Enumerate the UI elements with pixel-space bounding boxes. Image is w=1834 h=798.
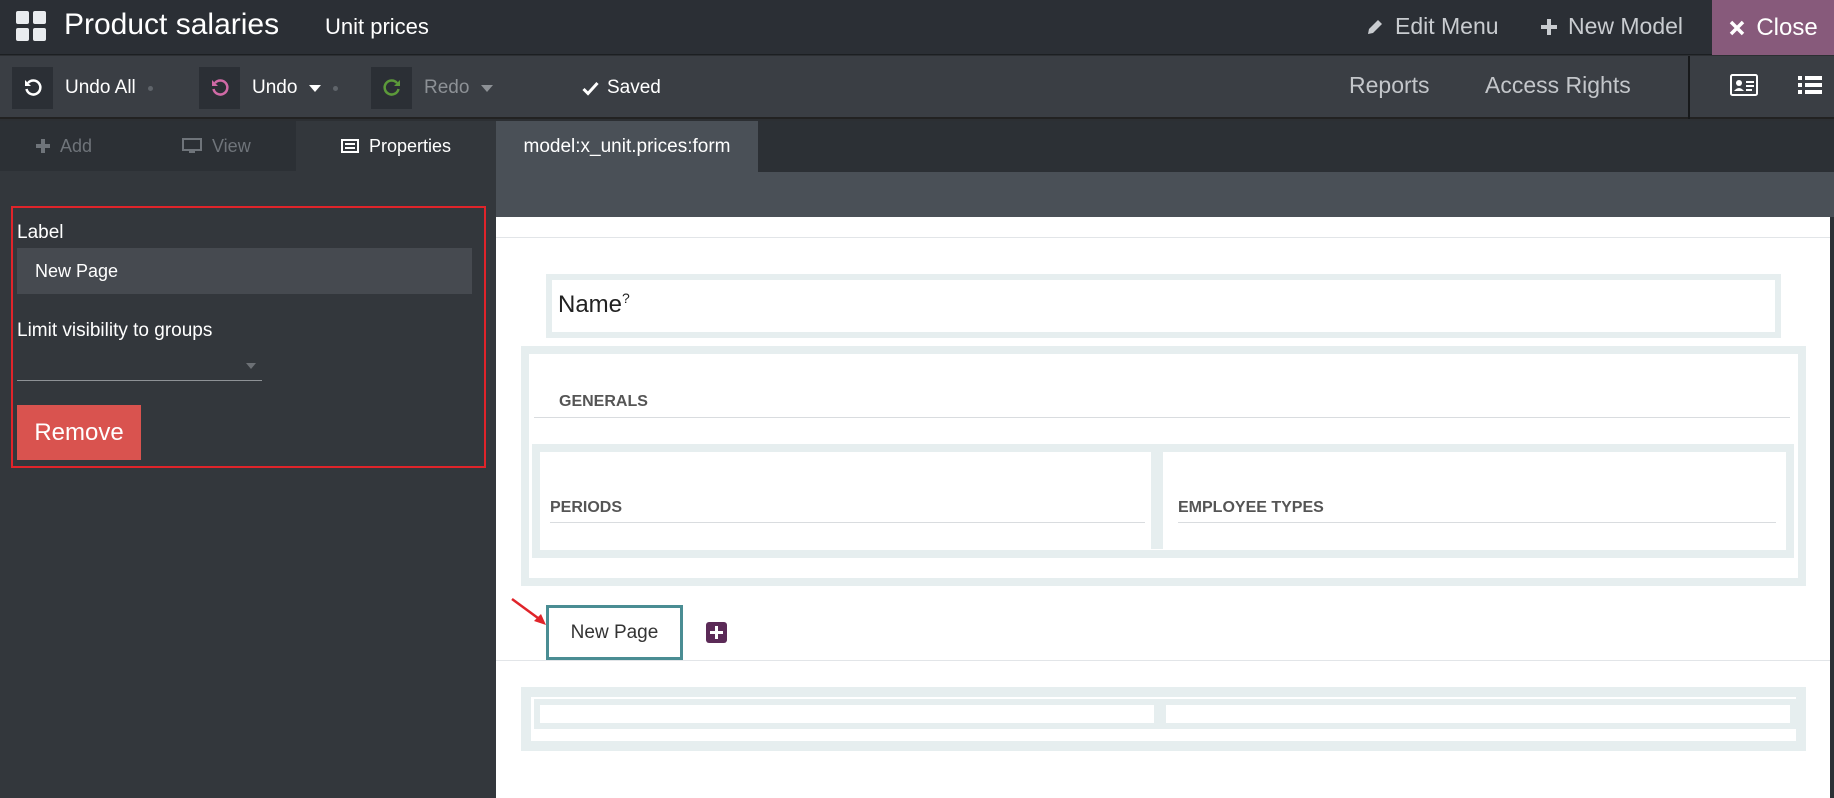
plus-icon xyxy=(1541,18,1557,35)
undo-label: Undo xyxy=(252,77,298,98)
checkmark-icon xyxy=(582,81,599,96)
view-arch-tab[interactable]: model:x_unit.prices:form xyxy=(496,121,758,172)
undo-all-label: Undo All xyxy=(65,77,136,98)
name-field-hook[interactable] xyxy=(546,274,1781,338)
tab-view-label: View xyxy=(212,135,251,156)
separator-dot xyxy=(333,85,339,91)
undo-all-icon xyxy=(12,67,53,109)
separator-dot xyxy=(147,85,153,91)
tab-add[interactable]: Add xyxy=(36,121,92,171)
generals-heading: GENERALS xyxy=(559,393,648,410)
reports-link[interactable]: Reports xyxy=(1349,72,1430,99)
view-editor: model:x_unit.prices:form Name? GENERALS … xyxy=(496,121,1834,798)
groups-select[interactable] xyxy=(17,354,262,381)
undo-icon xyxy=(199,67,240,109)
studio-toolbar: Undo All Undo Redo Saved Reports Access … xyxy=(0,56,1834,119)
access-rights-link[interactable]: Access Rights xyxy=(1485,72,1631,99)
new-model-label: New Model xyxy=(1568,13,1684,39)
close-label: Close xyxy=(1756,13,1818,41)
groups-field-label: Limit visibility to groups xyxy=(17,320,213,341)
edit-menu-label: Edit Menu xyxy=(1395,13,1499,39)
form-view-icon[interactable] xyxy=(1730,74,1758,96)
top-navbar: Product salaries Unit prices Edit Menu N… xyxy=(0,0,1834,55)
edit-menu-button[interactable]: Edit Menu xyxy=(1365,13,1499,40)
annotation-arrow-icon xyxy=(511,597,546,625)
model-title[interactable]: Unit prices xyxy=(325,14,429,40)
redo-label: Redo xyxy=(424,77,470,98)
inner-groups-row[interactable] xyxy=(532,444,1794,558)
editor-band xyxy=(496,172,1834,217)
saved-label: Saved xyxy=(607,77,661,98)
list-view-icon[interactable] xyxy=(1797,74,1823,96)
employee-types-heading: EMPLOYEE TYPES xyxy=(1178,499,1324,516)
app-title: Product salaries xyxy=(64,8,280,41)
tab-new-page[interactable]: New Page xyxy=(546,605,683,660)
name-field-label[interactable]: Name? xyxy=(558,290,630,319)
properties-icon xyxy=(340,139,359,153)
divider xyxy=(1178,522,1776,523)
name-label-text: Name xyxy=(558,291,623,318)
add-page-icon[interactable] xyxy=(706,622,727,643)
close-x-icon xyxy=(1730,20,1745,35)
tab-view[interactable]: View xyxy=(182,121,251,171)
tab-properties[interactable]: Properties xyxy=(296,121,496,171)
apps-grid-icon[interactable] xyxy=(16,11,46,41)
chevron-down-icon xyxy=(246,363,256,369)
divider xyxy=(534,417,1790,418)
plus-icon xyxy=(36,139,50,153)
redo-button[interactable]: Redo xyxy=(371,67,494,109)
form-sheet: Name? GENERALS PERIODS EMPLOYEE TYPES Ne… xyxy=(496,217,1830,798)
undo-all-button[interactable]: Undo All xyxy=(12,67,153,109)
label-field-label: Label xyxy=(17,222,64,243)
sidebar-tabs: Add View Properties xyxy=(0,121,496,171)
column-separator xyxy=(1154,699,1166,729)
saved-status: Saved xyxy=(582,67,661,109)
column-separator xyxy=(1151,449,1163,549)
chevron-down-icon[interactable] xyxy=(309,84,322,92)
tab-properties-label: Properties xyxy=(368,135,452,156)
monitor-icon xyxy=(182,138,202,153)
toolbar-divider xyxy=(1688,56,1690,119)
undo-button[interactable]: Undo xyxy=(199,67,339,109)
redo-icon xyxy=(371,67,412,109)
label-input[interactable]: New Page xyxy=(17,248,472,294)
remove-button[interactable]: Remove xyxy=(17,405,141,460)
divider xyxy=(550,522,1145,523)
help-tooltip-icon[interactable]: ? xyxy=(622,290,630,306)
tab-add-label: Add xyxy=(60,135,93,156)
pencil-icon xyxy=(1368,19,1382,34)
chevron-down-icon[interactable] xyxy=(481,84,494,92)
periods-heading: PERIODS xyxy=(550,499,623,516)
divider xyxy=(496,660,1830,661)
new-model-button[interactable]: New Model xyxy=(1540,13,1683,40)
divider xyxy=(496,237,1830,238)
close-button[interactable]: Close xyxy=(1712,0,1834,55)
